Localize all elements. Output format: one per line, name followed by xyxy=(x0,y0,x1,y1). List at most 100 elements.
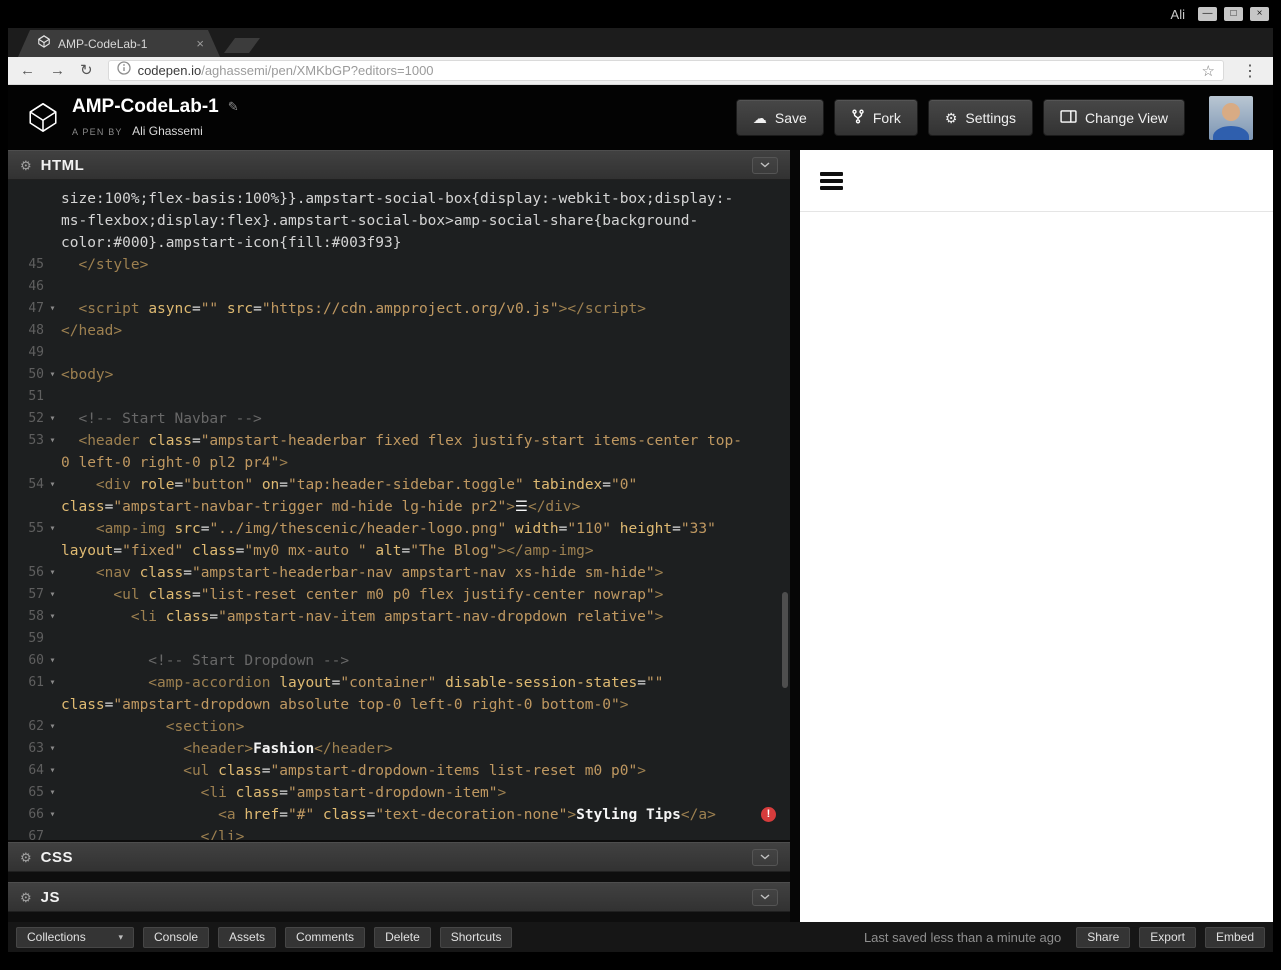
settings-button[interactable]: ⚙ Settings xyxy=(927,99,1033,136)
code-text: class="ampstart-navbar-trigger md-hide l… xyxy=(61,499,581,515)
fold-arrow-icon[interactable]: ▾ xyxy=(44,782,61,804)
html-code-editor[interactable]: size:100%;flex-basis:100%}}.ampstart-soc… xyxy=(8,180,790,840)
forward-button[interactable]: → xyxy=(50,63,65,78)
code-line[interactable]: 52 ▾ <!-- Start Navbar --> xyxy=(8,408,790,430)
code-line[interactable]: 67 </li> xyxy=(8,826,790,840)
code-line[interactable]: 55 ▾ <amp-img src="../img/thescenic/heade… xyxy=(8,518,790,540)
export-button[interactable]: Export xyxy=(1139,926,1196,948)
fold-arrow-icon[interactable]: ▾ xyxy=(44,562,61,584)
code-line[interactable]: 59 xyxy=(8,628,790,650)
pen-actions: ☁ Save Fork ⚙ Settings Change View xyxy=(735,95,1253,140)
console-button[interactable]: Console xyxy=(143,926,210,948)
tab-title: AMP-CodeLab-1 xyxy=(58,36,148,51)
code-line[interactable]: 56 ▾ <nav class="ampstart-headerbar-nav a… xyxy=(8,562,790,584)
fold-arrow-icon[interactable]: ▾ xyxy=(44,760,61,782)
code-line[interactable]: 58 ▾ <li class="ampstart-nav-item ampstar… xyxy=(8,606,790,628)
code-line[interactable]: 62 ▾ <section> xyxy=(8,716,790,738)
assets-button[interactable]: Assets xyxy=(218,926,277,948)
change-view-button-label: Change View xyxy=(1084,109,1168,126)
code-line[interactable]: 61 ▾ <amp-accordion layout="container" di… xyxy=(8,672,790,694)
code-line[interactable]: 57 ▾ <ul class="list-reset center m0 p0 f… xyxy=(8,584,790,606)
fork-button[interactable]: Fork xyxy=(833,99,918,136)
fold-arrow-icon[interactable]: ▾ xyxy=(44,474,61,496)
fold-arrow-icon[interactable]: ▾ xyxy=(44,606,61,628)
line-number xyxy=(8,188,44,210)
code-line[interactable]: 51 xyxy=(8,386,790,408)
hamburger-menu-icon[interactable] xyxy=(820,171,843,190)
split-divider[interactable] xyxy=(790,150,800,922)
collections-label: Collections xyxy=(27,930,86,944)
chevron-down-icon xyxy=(760,854,770,860)
code-line[interactable]: ms-flexbox;display:flex}.ampstart-social… xyxy=(8,210,790,232)
code-line[interactable]: 60 ▾ <!-- Start Dropdown --> xyxy=(8,650,790,672)
code-line[interactable]: 53 ▾ <header class="ampstart-headerbar fi… xyxy=(8,430,790,452)
code-line[interactable]: class="ampstart-dropdown absolute top-0 … xyxy=(8,694,790,716)
line-number: 60 xyxy=(28,653,44,668)
change-view-button[interactable]: Change View xyxy=(1042,99,1185,136)
chevron-down-icon xyxy=(760,894,770,900)
fold-arrow-icon[interactable]: ▾ xyxy=(44,672,61,694)
user-avatar[interactable] xyxy=(1209,95,1253,140)
author-link[interactable]: Ali Ghassemi xyxy=(132,124,203,138)
save-button[interactable]: ☁ Save xyxy=(735,99,824,136)
window-minimize-button[interactable]: — xyxy=(1198,7,1217,21)
code-line[interactable]: 66 ▾ <a href="#" class="text-decoration-n… xyxy=(8,804,790,826)
code-line[interactable]: 47 ▾ <script async="" src="https://cdn.am… xyxy=(8,298,790,320)
code-line[interactable]: class="ampstart-navbar-trigger md-hide l… xyxy=(8,496,790,518)
fold-arrow-icon[interactable]: ▾ xyxy=(44,738,61,760)
js-settings-gear-icon[interactable]: ⚙ xyxy=(20,891,32,904)
window-maximize-button[interactable]: □ xyxy=(1224,7,1243,21)
embed-button[interactable]: Embed xyxy=(1204,926,1265,948)
code-line[interactable]: size:100%;flex-basis:100%}}.ampstart-soc… xyxy=(8,188,790,210)
code-line[interactable]: 63 ▾ <header>Fashion</header> xyxy=(8,738,790,760)
collections-dropdown[interactable]: Collections ▾ xyxy=(16,926,134,948)
css-settings-gear-icon[interactable]: ⚙ xyxy=(20,851,32,864)
code-line[interactable]: 45 </style> xyxy=(8,254,790,276)
line-number: 63 xyxy=(28,741,44,756)
shortcuts-button[interactable]: Shortcuts xyxy=(439,926,513,948)
url-field[interactable]: codepen.io/aghassemi/pen/XMKbGP?editors=… xyxy=(107,60,1224,81)
codepen-logo-icon[interactable] xyxy=(28,102,58,133)
code-line[interactable]: 46 xyxy=(8,276,790,298)
browser-tab[interactable]: AMP-CodeLab-1 × xyxy=(18,30,220,57)
pen-title-block: AMP-CodeLab-1 ✎ A PEN BY Ali Ghassemi xyxy=(72,96,239,140)
code-line[interactable]: layout="fixed" class="my0 mx-auto " alt=… xyxy=(8,540,790,562)
fold-arrow-icon[interactable]: ▾ xyxy=(44,364,61,386)
fold-arrow-icon[interactable]: ▾ xyxy=(44,804,61,826)
fold-arrow-icon[interactable]: ▾ xyxy=(44,298,61,320)
code-line[interactable]: 48 </head> xyxy=(8,320,790,342)
window-close-button[interactable]: × xyxy=(1250,7,1269,21)
fold-arrow-icon[interactable]: ▾ xyxy=(44,518,61,540)
fold-arrow-icon[interactable]: ▾ xyxy=(44,430,61,452)
code-line[interactable]: 0 left-0 right-0 pl2 pr4"> xyxy=(8,452,790,474)
fold-arrow-icon[interactable]: ▾ xyxy=(44,408,61,430)
browser-menu-icon[interactable]: ⋮ xyxy=(1239,61,1261,81)
code-line[interactable]: 49 xyxy=(8,342,790,364)
new-tab-button[interactable] xyxy=(224,38,260,53)
editor-scrollbar-thumb[interactable] xyxy=(782,592,788,688)
html-settings-gear-icon[interactable]: ⚙ xyxy=(20,159,32,172)
code-line[interactable]: 65 ▾ <li class="ampstart-dropdown-item"> xyxy=(8,782,790,804)
share-button[interactable]: Share xyxy=(1076,926,1131,948)
fold-arrow-icon[interactable]: ▾ xyxy=(44,584,61,606)
fold-arrow-icon[interactable]: ▾ xyxy=(44,716,61,738)
page-info-icon[interactable] xyxy=(116,61,131,80)
code-line[interactable]: 64 ▾ <ul class="ampstart-dropdown-items l… xyxy=(8,760,790,782)
html-collapse-button[interactable] xyxy=(752,156,778,174)
bookmark-star-icon[interactable]: ☆ xyxy=(1202,62,1215,80)
back-button[interactable]: ← xyxy=(20,63,35,78)
tab-close-icon[interactable]: × xyxy=(196,36,204,51)
js-collapse-button[interactable] xyxy=(752,888,778,906)
comments-button[interactable]: Comments xyxy=(285,926,366,948)
save-status-text: Last saved less than a minute ago xyxy=(863,929,1062,945)
code-line[interactable]: 50 ▾ <body> xyxy=(8,364,790,386)
code-line[interactable]: color:#000}.ampstart-icon{fill:#003f93} xyxy=(8,232,790,254)
css-collapse-button[interactable] xyxy=(752,848,778,866)
code-line[interactable]: 54 ▾ <div role="button" on="tap:header-si… xyxy=(8,474,790,496)
fold-gutter xyxy=(44,496,61,518)
reload-button[interactable]: ↻ xyxy=(80,63,93,78)
fold-arrow-icon[interactable]: ▾ xyxy=(44,650,61,672)
delete-button[interactable]: Delete xyxy=(374,926,431,948)
edit-title-pencil-icon[interactable]: ✎ xyxy=(228,99,239,115)
lint-error-icon[interactable]: ! xyxy=(761,807,776,822)
